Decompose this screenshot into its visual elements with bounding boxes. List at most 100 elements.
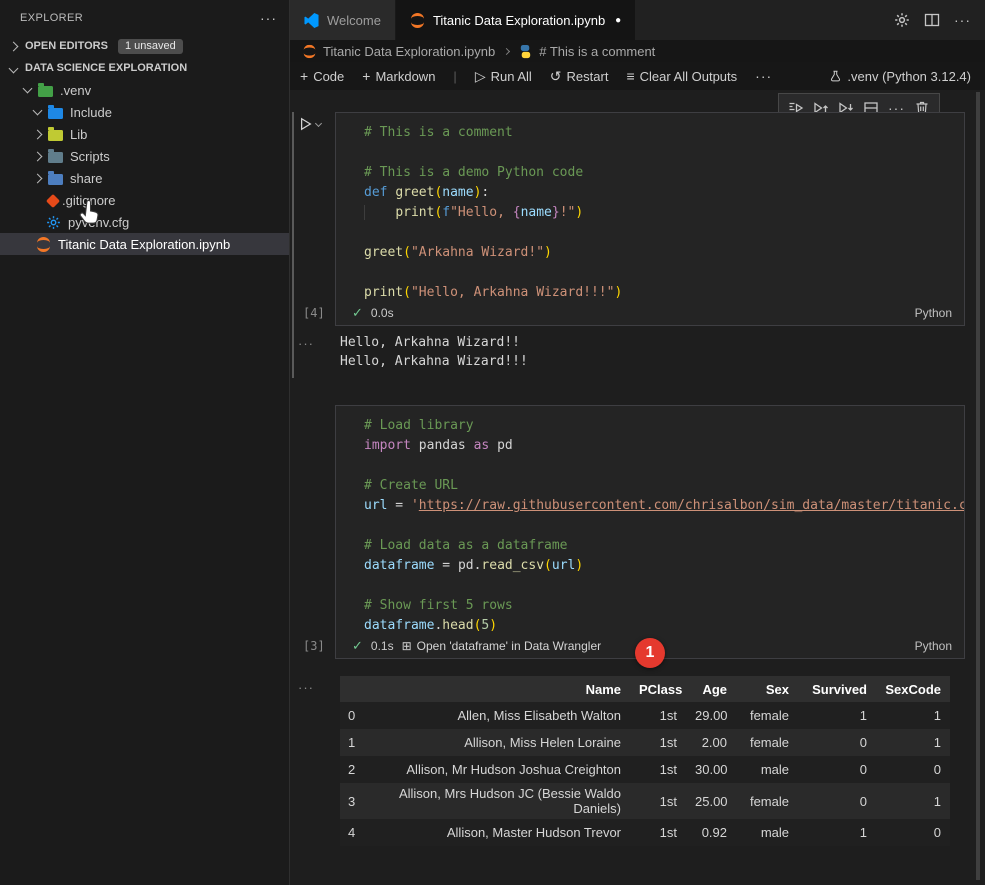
table-row: 3Allison, Mrs Hudson JC (Bessie Waldo Da…: [340, 783, 950, 819]
run-icon: ▷: [475, 69, 486, 83]
clear-outputs-button[interactable]: ≡ Clear All Outputs: [626, 69, 737, 84]
table-cell: 1: [340, 732, 374, 753]
table-cell: female: [736, 732, 798, 753]
tab-actions: ···: [894, 0, 985, 40]
code-line: [364, 516, 964, 536]
code-cell-2[interactable]: # Load libraryimport pandas as pd # Crea…: [335, 405, 965, 659]
tree-item-include[interactable]: Include: [0, 101, 289, 123]
table-cell: 0: [798, 732, 876, 753]
code-line: print("Hello, Arkahna Wizard!!!"): [364, 283, 964, 303]
table-row: 1Allison, Miss Helen Loraine1st2.00femal…: [340, 729, 950, 756]
table-cell: Sex: [736, 679, 798, 700]
table-cell: 1st: [630, 791, 686, 812]
table-cell: 0: [798, 759, 876, 780]
breadcrumb-separator-icon: [503, 47, 510, 54]
tree-item-label: Titanic Data Exploration.ipynb: [58, 237, 230, 252]
table-cell: 0: [876, 759, 950, 780]
table-cell: 1: [876, 791, 950, 812]
success-check-icon: ✓: [352, 638, 363, 654]
explorer-more-icon[interactable]: ···: [260, 10, 277, 26]
table-row: 0Allen, Miss Elisabeth Walton1st29.00fem…: [340, 702, 950, 729]
table-cell: 29.00: [686, 705, 736, 726]
table-cell: 1st: [630, 822, 686, 843]
share-folder-icon: [48, 174, 63, 185]
tab-welcome[interactable]: Welcome: [290, 0, 396, 40]
code-line: # Load data as a dataframe: [364, 536, 964, 556]
more-actions-icon[interactable]: ···: [954, 12, 971, 28]
table-cell: PClass: [630, 679, 686, 700]
open-editors-section[interactable]: OPEN EDITORS 1 unsaved: [0, 35, 289, 57]
code-line: print(f"Hello, {name}!"): [364, 203, 964, 223]
vscode-window: EXPLORER ··· OPEN EDITORS 1 unsaved DATA…: [0, 0, 985, 885]
jupyter-icon: [303, 44, 317, 58]
explorer-sidebar: EXPLORER ··· OPEN EDITORS 1 unsaved DATA…: [0, 0, 290, 885]
scripts-folder-icon: [48, 152, 63, 163]
restart-button[interactable]: ↺ Restart: [550, 69, 609, 84]
venv-folder-icon: [38, 86, 53, 97]
table-cell: 0.92: [686, 822, 736, 843]
chevron-right-icon: [33, 151, 43, 161]
workspace-section[interactable]: DATA SCIENCE EXPLORATION: [0, 57, 289, 79]
kernel-label: .venv (Python 3.12.4): [847, 69, 971, 84]
table-cell: 2.00: [686, 732, 736, 753]
output-line: Hello, Arkahna Wizard!!: [340, 333, 528, 352]
cell-2-exec-time: 0.1s: [371, 639, 394, 653]
output-1-gutter[interactable]: ···: [298, 336, 314, 351]
code-line: [364, 576, 964, 596]
code-cell-1[interactable]: # This is a comment # This is a demo Pyt…: [335, 112, 965, 326]
run-cell-button[interactable]: [299, 117, 321, 131]
chevron-down-icon: [33, 105, 43, 115]
tree-item-pyvenv-cfg[interactable]: pyvenv.cfg: [0, 211, 289, 233]
python-icon: [518, 44, 533, 59]
table-cell: 1: [876, 705, 950, 726]
add-code-button[interactable]: + Code: [300, 69, 344, 84]
cell-focus-indicator: [292, 112, 294, 378]
gear-icon[interactable]: [894, 12, 910, 28]
modified-dot-icon: ●: [615, 15, 621, 26]
restart-icon: ↺: [550, 69, 562, 83]
tree-item-venv[interactable]: .venv: [0, 79, 289, 101]
code-line: # Show first 5 rows: [364, 596, 964, 616]
table-cell: 1st: [630, 732, 686, 753]
cell-1-exec-time: 0.0s: [371, 306, 394, 320]
jupyter-icon: [410, 13, 425, 28]
table-cell: 0: [876, 822, 950, 843]
split-editor-icon[interactable]: [924, 12, 940, 28]
toolbar-more-icon[interactable]: ···: [755, 68, 772, 84]
add-markdown-button[interactable]: + Markdown: [362, 69, 435, 84]
vscode-icon: [304, 13, 319, 28]
kernel-picker[interactable]: .venv (Python 3.12.4): [829, 69, 985, 84]
table-cell: Allison, Master Hudson Trevor: [374, 822, 630, 843]
cell-1-output: Hello, Arkahna Wizard!!Hello, Arkahna Wi…: [340, 333, 528, 371]
table-cell: 30.00: [686, 759, 736, 780]
tree-item-share[interactable]: share: [0, 167, 289, 189]
tree-item-gitignore[interactable]: .gitignore: [0, 189, 289, 211]
output-line: Hello, Arkahna Wizard!!!: [340, 352, 528, 371]
code-line: [364, 143, 964, 163]
chevron-down-icon: [315, 119, 322, 126]
git-icon: [46, 193, 60, 207]
open-editors-label: OPEN EDITORS: [25, 40, 108, 52]
open-data-wrangler-link[interactable]: ⊞ Open 'dataframe' in Data Wrangler: [402, 639, 602, 653]
table-cell: Allison, Miss Helen Loraine: [374, 732, 630, 753]
table-cell: 0: [798, 791, 876, 812]
grid-icon: ⊞: [402, 639, 412, 653]
table-cell: 3: [340, 791, 374, 812]
table-cell: Allen, Miss Elisabeth Walton: [374, 705, 630, 726]
tree-item-lib[interactable]: Lib: [0, 123, 289, 145]
cell-1-code: # This is a comment # This is a demo Pyt…: [336, 113, 964, 303]
notebook-scrollbar[interactable]: [976, 92, 980, 880]
tree-item-titanic-data-exploration-ipynb[interactable]: Titanic Data Exploration.ipynb: [0, 233, 289, 255]
explorer-title: EXPLORER: [20, 12, 83, 24]
breadcrumb-section[interactable]: # This is a comment: [539, 44, 655, 59]
table-row: 4Allison, Master Hudson Trevor1st0.92mal…: [340, 819, 950, 846]
table-header-row: NamePClassAgeSexSurvivedSexCode: [340, 676, 950, 702]
tab-titanic-notebook[interactable]: Titanic Data Exploration.ipynb ●: [396, 0, 635, 40]
tree-item-scripts[interactable]: Scripts: [0, 145, 289, 167]
run-all-button[interactable]: ▷ Run All: [475, 69, 532, 84]
code-line: dataframe.head(5): [364, 616, 964, 636]
notebook-toolbar: + Code + Markdown | ▷ Run All ↺ Restart …: [290, 62, 985, 90]
notebook-editor: ··· # This is a comment # This is a demo…: [290, 90, 985, 885]
output-2-gutter[interactable]: ···: [298, 680, 314, 695]
breadcrumb-file[interactable]: Titanic Data Exploration.ipynb: [323, 44, 495, 59]
